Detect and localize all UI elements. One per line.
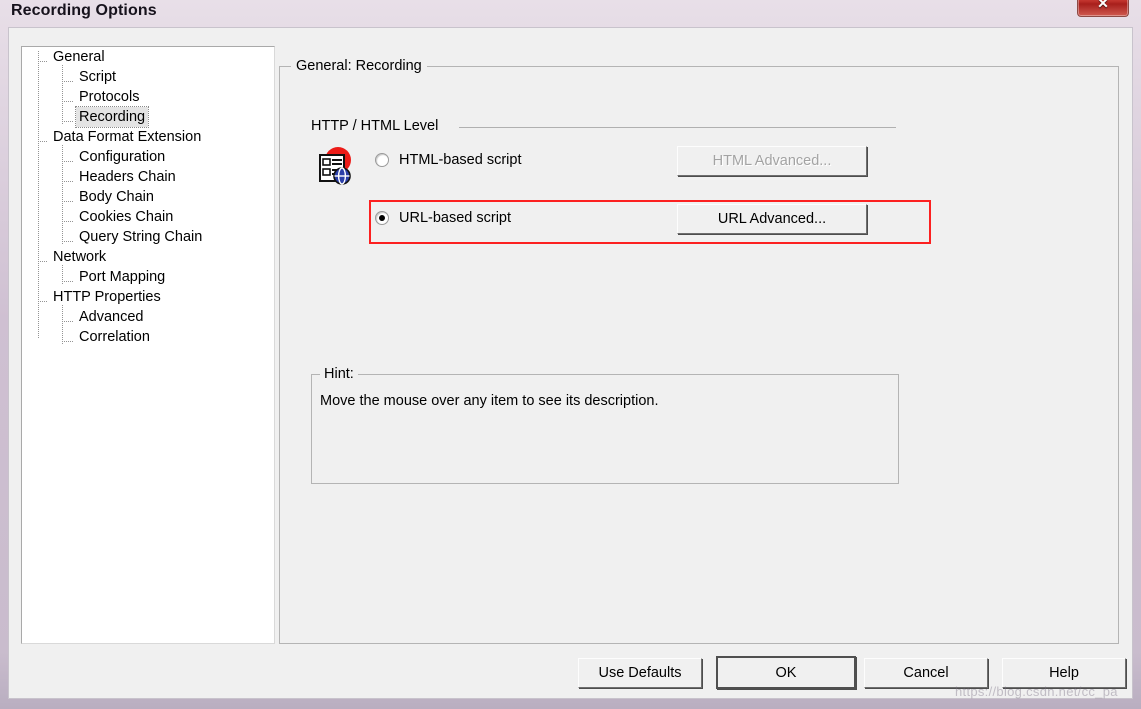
tree-item-headers-chain[interactable]: Headers Chain <box>22 167 274 187</box>
tree-connector <box>62 161 74 162</box>
tree-item-cookies-chain[interactable]: Cookies Chain <box>22 207 274 227</box>
tree-connector <box>62 305 63 345</box>
tree-connector <box>62 241 74 242</box>
tree-item-configuration[interactable]: Configuration <box>22 147 274 167</box>
tree-item-general[interactable]: General <box>22 47 274 67</box>
http-html-level-label: HTTP / HTML Level <box>311 118 439 134</box>
radio-label-url-based-script: URL-based script <box>399 210 512 226</box>
tree-item-label: Port Mapping <box>79 269 166 285</box>
tree-item-query-string-chain[interactable]: Query String Chain <box>22 227 274 247</box>
option-row-html-based[interactable]: HTML-based script <box>375 150 655 174</box>
ok-button[interactable]: OK <box>716 656 856 689</box>
tree-connector <box>62 121 74 122</box>
recording-settings-panel: General: Recording HTTP / HTML Level HTM… <box>279 58 1119 644</box>
tree-item-label: General <box>53 49 105 65</box>
tree-connector <box>62 101 74 102</box>
close-button[interactable]: ✕ <box>1077 0 1129 17</box>
tree-connector <box>62 221 74 222</box>
tree-item-label: HTTP Properties <box>53 289 161 305</box>
titlebar: Recording Options ✕ <box>0 0 1141 27</box>
html-advanced-button[interactable]: HTML Advanced... <box>677 146 867 176</box>
tree-items-container: General Script Protocols Recording Data Form… <box>22 47 274 643</box>
tree-connector <box>38 61 48 62</box>
url-advanced-button[interactable]: URL Advanced... <box>677 204 867 234</box>
hint-message: Move the mouse over any item to see its … <box>320 393 659 409</box>
settings-tree[interactable]: General Script Protocols Recording Data Form… <box>21 46 275 644</box>
tree-item-label: Cookies Chain <box>79 209 174 225</box>
tree-connector <box>38 261 48 262</box>
window-title: Recording Options <box>11 2 157 19</box>
tree-item-recording[interactable]: Recording <box>22 106 274 128</box>
tree-item-label: Correlation <box>79 329 150 345</box>
tree-connector <box>62 145 63 245</box>
tree-item-advanced[interactable]: Advanced <box>22 307 274 327</box>
tree-item-label: Script <box>79 69 117 85</box>
watermark-text: https://blog.csdn.net/cc_pa <box>955 684 1118 699</box>
tree-list: General Script Protocols Recording Data Form… <box>22 47 274 347</box>
dialog-window: Recording Options ✕ General Script Protoco… <box>0 0 1141 709</box>
tree-connector <box>62 321 74 322</box>
radio-selected-dot <box>379 215 385 221</box>
tree-item-protocols[interactable]: Protocols <box>22 87 274 107</box>
tree-item-label: Headers Chain <box>79 169 176 185</box>
tree-connector <box>62 341 74 342</box>
tree-connector <box>62 81 74 82</box>
tree-item-label: Query String Chain <box>79 229 203 245</box>
dialog-client-area: General Script Protocols Recording Data Form… <box>8 27 1133 699</box>
radio-label-html-based-script: HTML-based script <box>399 152 522 168</box>
tree-connector <box>62 265 63 285</box>
tree-connector <box>62 281 74 282</box>
option-row-url-based[interactable]: URL-based script <box>375 208 655 232</box>
close-icon: ✕ <box>1097 0 1109 11</box>
hint-group: Hint: Move the mouse over any item to se… <box>311 366 899 484</box>
tree-item-label: Data Format Extension <box>53 129 202 145</box>
tree-connector <box>38 141 48 142</box>
tree-item-label: Network <box>53 249 107 265</box>
tree-item-label: Recording <box>74 106 150 128</box>
tree-item-label: Protocols <box>79 89 140 105</box>
recording-protocol-icon <box>309 146 357 192</box>
tree-connector <box>62 181 74 182</box>
tree-item-label: Advanced <box>79 309 144 325</box>
radio-url-based-script[interactable] <box>375 211 389 225</box>
tree-item-data-format-extension[interactable]: Data Format Extension <box>22 127 274 147</box>
tree-item-body-chain[interactable]: Body Chain <box>22 187 274 207</box>
group-box-title: General: Recording <box>291 58 427 74</box>
use-defaults-button[interactable]: Use Defaults <box>578 658 702 688</box>
tree-connector <box>62 65 63 125</box>
section-divider-line <box>459 127 896 128</box>
hint-group-title: Hint: <box>320 366 358 382</box>
tree-item-correlation[interactable]: Correlation <box>22 327 274 347</box>
tree-connector <box>62 201 74 202</box>
hint-group-border <box>311 374 899 484</box>
tree-item-label: Body Chain <box>79 189 154 205</box>
radio-html-based-script[interactable] <box>375 153 389 167</box>
tree-item-port-mapping[interactable]: Port Mapping <box>22 267 274 287</box>
tree-item-network[interactable]: Network <box>22 247 274 267</box>
tree-item-label: Configuration <box>79 149 166 165</box>
tree-connector <box>38 301 48 302</box>
tree-item-http-properties[interactable]: HTTP Properties <box>22 287 274 307</box>
tree-item-script[interactable]: Script <box>22 67 274 87</box>
